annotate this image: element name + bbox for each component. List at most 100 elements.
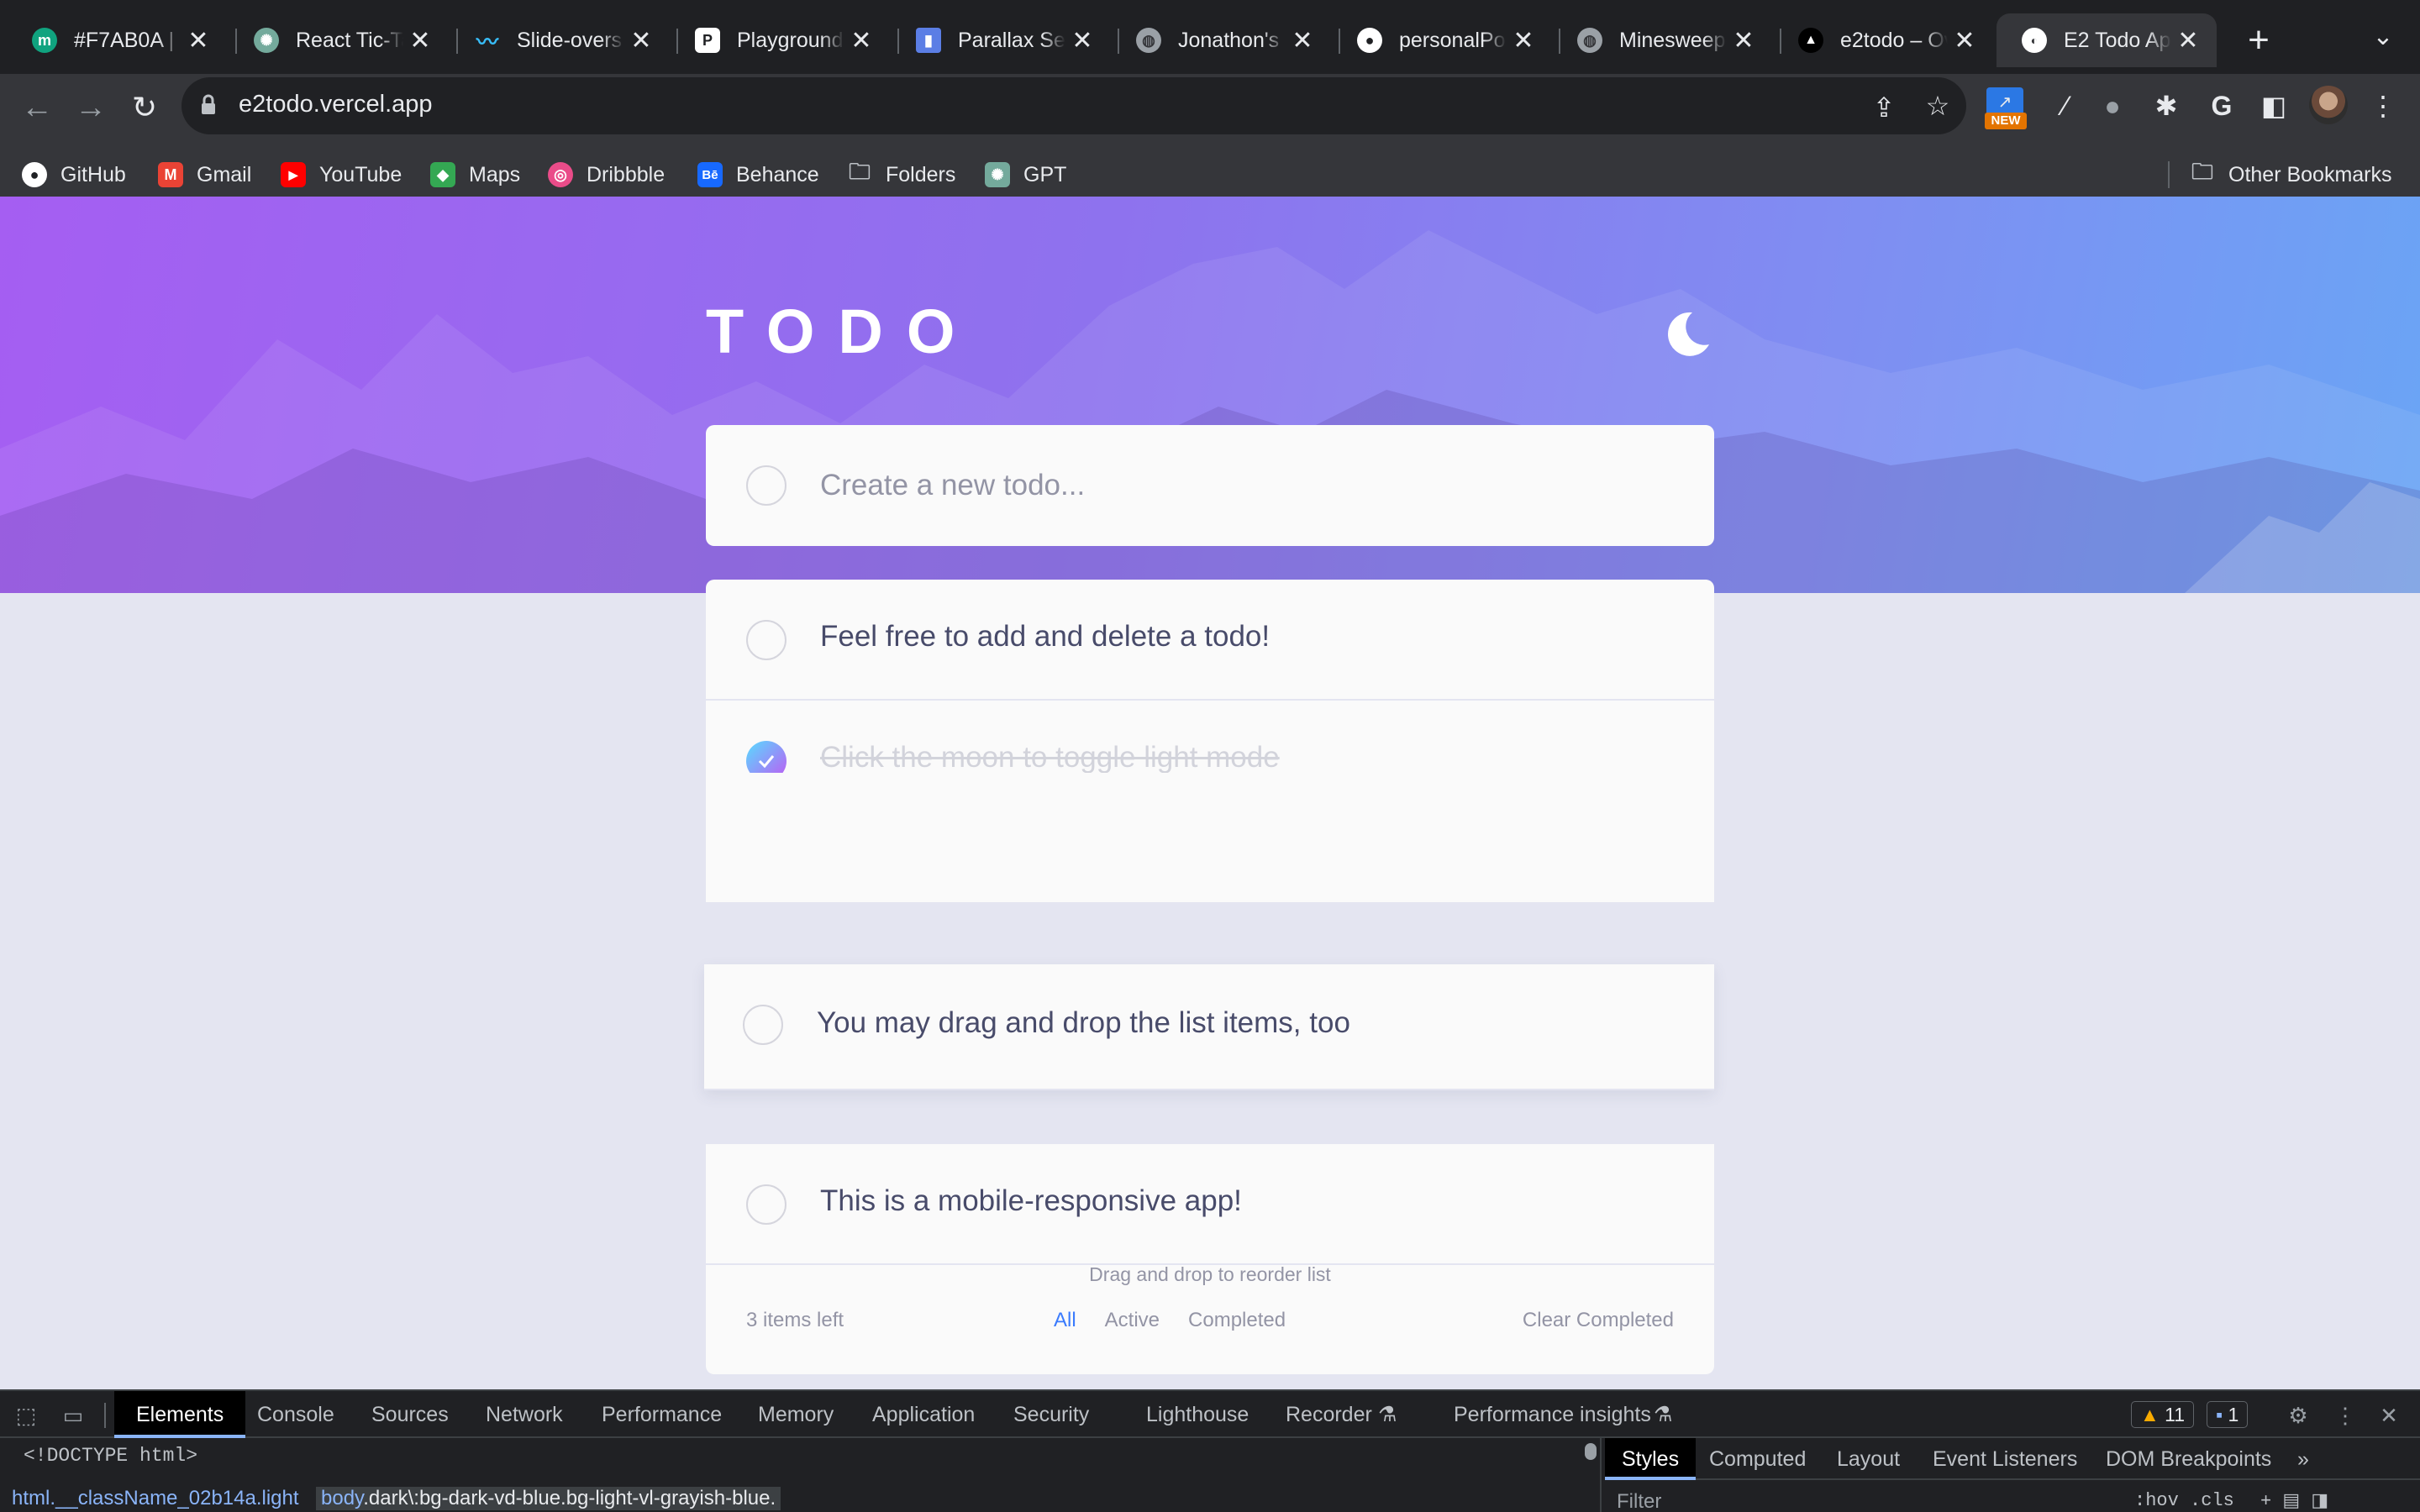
side-tab-dom-breakpoints[interactable]: DOM Breakpoints bbox=[2106, 1438, 2271, 1480]
reload-icon[interactable]: ↻ bbox=[124, 87, 165, 128]
todo-check-circle[interactable] bbox=[743, 1005, 783, 1045]
devtools-tab-performance[interactable]: Performance bbox=[602, 1391, 722, 1438]
devtools-tab-network[interactable]: Network bbox=[486, 1391, 563, 1438]
filter-all-button[interactable]: All bbox=[1054, 1309, 1076, 1332]
moon-icon[interactable] bbox=[1660, 307, 1714, 361]
close-tab-icon[interactable]: ✕ bbox=[1727, 26, 1760, 55]
bookmark-gmail[interactable]: M Gmail bbox=[158, 158, 251, 192]
browser-menu-icon[interactable]: ⋮ bbox=[2365, 87, 2402, 124]
browser-tab[interactable]: P Playground ✕ bbox=[670, 13, 890, 67]
styles-filter-actions[interactable]: :hov .cls bbox=[2134, 1490, 2234, 1511]
new-todo-check-circle[interactable] bbox=[746, 465, 786, 506]
close-tab-icon[interactable]: ✕ bbox=[1948, 26, 1981, 55]
forward-arrow-icon[interactable]: → bbox=[71, 87, 111, 128]
new-todo-input[interactable] bbox=[820, 459, 1660, 512]
url-text: e2todo.vercel.app bbox=[239, 91, 433, 118]
devtools-tab-recorder[interactable]: Recorder bbox=[1286, 1391, 1372, 1438]
filter-completed-button[interactable]: Completed bbox=[1188, 1309, 1286, 1332]
bookmark-youtube[interactable]: ▶ YouTube bbox=[281, 158, 402, 192]
close-tab-icon[interactable]: ✕ bbox=[2171, 26, 2205, 55]
messages-badge[interactable]: ▪ 1 bbox=[2207, 1401, 2249, 1428]
devtools-tab-sources[interactable]: Sources bbox=[371, 1391, 449, 1438]
inspect-element-icon[interactable]: ⬚ bbox=[12, 1401, 40, 1430]
browser-tab[interactable]: ● personalPor ✕ bbox=[1332, 13, 1552, 67]
tab-title: e2todo – Ov bbox=[1840, 28, 1948, 52]
more-tabs-chevron-icon[interactable]: » bbox=[2297, 1438, 2309, 1480]
browser-tab-active[interactable]: ◐ E2 Todo App ✕ bbox=[1996, 13, 2217, 67]
google-icon[interactable]: G bbox=[2203, 87, 2240, 124]
bookmark-label: Gmail bbox=[197, 162, 252, 186]
browser-tab[interactable]: ◍ Minesweepe ✕ bbox=[1552, 13, 1772, 67]
todo-item-completed[interactable]: Click the moon to toggle light mode bbox=[706, 701, 1714, 773]
new-style-rule-icon[interactable]: + ▤ ◨ bbox=[2260, 1490, 2328, 1512]
side-tab-layout[interactable]: Layout bbox=[1837, 1438, 1900, 1480]
browser-tab[interactable]: m #F7AB0A | N ✕ bbox=[7, 13, 227, 67]
bookmark-star-icon[interactable]: ☆ bbox=[1921, 89, 1954, 123]
breadcrumb-body[interactable]: body.dark\:bg-dark-vd-blue.bg-light-vl-g… bbox=[316, 1487, 781, 1510]
close-devtools-icon[interactable]: ✕ bbox=[2375, 1401, 2403, 1430]
todo-item-dragging[interactable]: You may drag and drop the list items, to… bbox=[704, 964, 1714, 1090]
back-arrow-icon[interactable]: ← bbox=[17, 87, 57, 128]
dom-scrollbar[interactable] bbox=[1585, 1443, 1597, 1460]
devtools-tab-console[interactable]: Console bbox=[257, 1391, 334, 1438]
address-bar[interactable]: e2todo.vercel.app bbox=[182, 77, 1966, 134]
bookmark-label: Other Bookmarks bbox=[2228, 162, 2392, 186]
device-toolbar-icon[interactable]: ▭ bbox=[59, 1401, 87, 1430]
new-tab-button[interactable]: + bbox=[2235, 18, 2282, 66]
close-tab-icon[interactable]: ✕ bbox=[182, 26, 215, 55]
close-tab-icon[interactable]: ✕ bbox=[1065, 26, 1099, 55]
share-icon[interactable]: ⇪ bbox=[1867, 91, 1901, 124]
browser-tab[interactable]: ◍ Jonathon's ✕ bbox=[1111, 13, 1331, 67]
todo-check-circle[interactable] bbox=[746, 620, 786, 660]
side-tab-computed[interactable]: Computed bbox=[1709, 1438, 1806, 1480]
bookmark-maps[interactable]: ◆ Maps bbox=[430, 158, 520, 192]
close-tab-icon[interactable]: ✕ bbox=[1507, 26, 1540, 55]
settings-gear-icon[interactable]: ⚙ bbox=[2284, 1401, 2312, 1430]
devtools-tab-application[interactable]: Application bbox=[872, 1391, 975, 1438]
browser-tab[interactable]: 〰 Slide-overs ✕ bbox=[450, 13, 670, 67]
todo-check-circle-checked[interactable] bbox=[746, 741, 786, 773]
dom-doctype-line[interactable]: <!DOCTYPE html> bbox=[24, 1445, 197, 1467]
browser-tab[interactable]: ▮ Parallax Sec ✕ bbox=[891, 13, 1111, 67]
browser-tab[interactable]: ✺ React Tic-Tac ✕ bbox=[229, 13, 449, 67]
panel-divider[interactable] bbox=[1600, 1438, 1602, 1512]
color-picker-icon[interactable]: ⁄ bbox=[2047, 87, 2084, 124]
breadcrumb-html[interactable]: html.__className_02b14a.light bbox=[12, 1487, 299, 1510]
todo-item[interactable]: This is a mobile-responsive app! bbox=[706, 1144, 1714, 1265]
close-tab-icon[interactable]: ✕ bbox=[1286, 26, 1319, 55]
bookmark-behance[interactable]: Bē Behance bbox=[697, 158, 819, 192]
bookmark-dribbble[interactable]: ◎ Dribbble bbox=[548, 158, 665, 192]
close-tab-icon[interactable]: ✕ bbox=[403, 26, 437, 55]
clear-completed-button[interactable]: Clear Completed bbox=[1523, 1309, 1674, 1332]
filter-active-button[interactable]: Active bbox=[1105, 1309, 1160, 1332]
profile-avatar[interactable] bbox=[2309, 86, 2348, 124]
bookmark-github[interactable]: ● GitHub bbox=[22, 158, 126, 192]
extensions-puzzle-icon[interactable]: ✱ bbox=[2148, 87, 2185, 124]
warnings-badge[interactable]: ▲ 11 bbox=[2131, 1401, 2195, 1428]
breadcrumb-body-classes: .dark\:bg-dark-vd-blue.bg-light-vl-grayi… bbox=[363, 1487, 776, 1509]
devtools-tab-security[interactable]: Security bbox=[1013, 1391, 1089, 1438]
extension-icon[interactable]: ↗ bbox=[1986, 87, 2023, 116]
devtools-tab-lighthouse[interactable]: Lighthouse bbox=[1146, 1391, 1249, 1438]
devtools-tab-memory[interactable]: Memory bbox=[758, 1391, 834, 1438]
todo-item[interactable]: Feel free to add and delete a todo! bbox=[706, 580, 1714, 701]
extension-icon[interactable]: ● bbox=[2094, 87, 2131, 124]
bookmark-folders[interactable]: 🗀 Folders bbox=[847, 158, 955, 192]
bookmark-gpt[interactable]: ✺ GPT bbox=[985, 158, 1066, 192]
close-tab-icon[interactable]: ✕ bbox=[624, 26, 658, 55]
tab-search-chevron-icon[interactable]: ⌄ bbox=[2366, 22, 2400, 60]
close-tab-icon[interactable]: ✕ bbox=[844, 26, 878, 55]
lock-icon bbox=[202, 94, 215, 114]
side-tab-styles[interactable]: Styles bbox=[1605, 1438, 1697, 1480]
devtools-panel: ⬚ ▭ Elements Console Sources Network Per… bbox=[0, 1389, 2420, 1512]
devtools-tab-performance-insights[interactable]: Performance insights bbox=[1454, 1391, 1651, 1438]
browser-tab[interactable]: ▲ e2todo – Ov ✕ bbox=[1773, 13, 1993, 67]
todo-check-circle[interactable] bbox=[746, 1184, 786, 1225]
side-tab-event-listeners[interactable]: Event Listeners bbox=[1933, 1438, 2077, 1480]
devtools-tab-elements[interactable]: Elements bbox=[114, 1391, 246, 1438]
bookmarks-bar: ● GitHub M Gmail ▶ YouTube ◆ Maps ◎ Drib… bbox=[0, 148, 2420, 198]
devtools-menu-icon[interactable]: ⋮ bbox=[2331, 1401, 2360, 1430]
styles-filter-input[interactable]: Filter bbox=[1617, 1490, 1661, 1512]
bookmark-other[interactable]: 🗀 Other Bookmarks bbox=[2190, 158, 2392, 192]
side-panel-icon[interactable]: ◧ bbox=[2255, 87, 2292, 124]
